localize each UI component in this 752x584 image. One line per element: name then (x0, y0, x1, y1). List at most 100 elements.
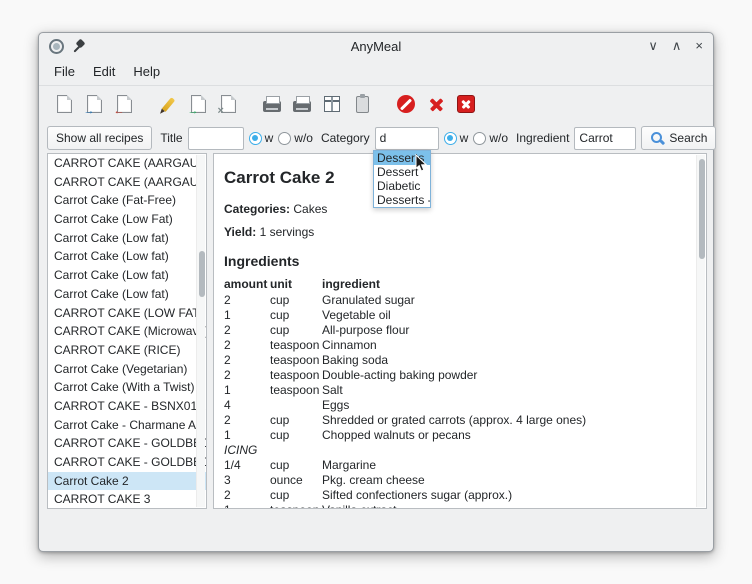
ingredient-amount: 2 (224, 368, 270, 383)
ingredient-filter-label: Ingredient (516, 131, 569, 145)
quit-icon[interactable] (453, 91, 479, 117)
category-suggestion-item[interactable]: Desserts - (374, 193, 430, 207)
ingredient-ingredient: Vanilla extract (322, 503, 692, 509)
ingredient-unit: teaspoon (270, 368, 322, 383)
ingredient-ingredient: Double-acting baking powder (322, 368, 692, 383)
ingredients-table: amount unit ingredient 2cupGranulated su… (224, 276, 692, 509)
menu-edit[interactable]: Edit (84, 61, 124, 82)
ingredient-amount: 2 (224, 338, 270, 353)
ingredient-unit: cup (270, 323, 322, 338)
recipe-list-scrollbar-thumb[interactable] (199, 251, 205, 297)
export-recipes-icon[interactable]: ← (111, 91, 137, 117)
recipe-list-item[interactable]: CARROT CAKE - GOLDBECK (48, 453, 206, 472)
ingredient-filter-input[interactable] (574, 127, 636, 150)
stop-icon[interactable] (393, 91, 419, 117)
ingredient-unit: cup (270, 413, 322, 428)
title-filter-label: Title (160, 131, 182, 145)
ingredient-amount: 1 (224, 383, 270, 398)
menu-help[interactable]: Help (124, 61, 169, 82)
ingredient-ingredient: All-purpose flour (322, 323, 692, 338)
recipe-list-item[interactable]: Carrot Cake (Low Fat) (48, 210, 206, 229)
window-controls: ∨ ∧ × (648, 39, 703, 53)
ingredient-ingredient: Shredded or grated carrots (approx. 4 la… (322, 413, 692, 428)
category-suggestion-item[interactable]: Diabetic (374, 179, 430, 193)
close-button[interactable]: × (695, 39, 703, 53)
ingredient-amount: 3 (224, 473, 270, 488)
recipe-list-item[interactable]: CARROT CAKE (RICE) (48, 341, 206, 360)
category-filter-input[interactable] (375, 127, 439, 150)
recipe-list-item[interactable]: Carrot Cake (Vegetarian) (48, 360, 206, 379)
search-button[interactable]: Search (641, 126, 716, 150)
ingredients-header-unit: unit (270, 276, 322, 293)
ingredient-amount: 2 (224, 293, 270, 308)
ingredient-ingredient: Vegetable oil (322, 308, 692, 323)
recipe-categories: Categories: Cakes (224, 202, 692, 216)
search-button-label: Search (669, 131, 707, 145)
ingredient-amount: 1 (224, 503, 270, 509)
title-with-radio[interactable] (249, 132, 262, 145)
print-preview-icon[interactable] (289, 91, 315, 117)
ingredient-unit: teaspoon (270, 383, 322, 398)
recipe-list-scrollbar[interactable] (196, 155, 205, 507)
ingredient-amount: 4 (224, 398, 270, 413)
ingredient-amount: 2 (224, 323, 270, 338)
menu-file[interactable]: File (45, 61, 84, 82)
ingredient-unit: ounce (270, 473, 322, 488)
recipe-list-item[interactable]: CARROT CAKE (AARGAU) (48, 154, 206, 173)
maximize-button[interactable]: ∧ (672, 39, 682, 53)
recipe-list-item[interactable]: Carrot Cake (Low fat) (48, 266, 206, 285)
anymeal-window: AnyMeal ∨ ∧ × File Edit Help →←→× Show a… (38, 32, 714, 552)
delete-icon[interactable] (423, 91, 449, 117)
clipboard-icon[interactable] (349, 91, 375, 117)
recipe-detail: Carrot Cake 2 Categories: Cakes Yield: 1… (213, 153, 707, 509)
recipe-list-item[interactable]: CARROT CAKE - BSNX01A (48, 397, 206, 416)
recipe-list-item[interactable]: Carrot Cake (With a Twist) (48, 378, 206, 397)
ingredient-amount: 2 (224, 413, 270, 428)
title-without-label: w/o (294, 131, 313, 145)
ingredient-section-label: ICING (224, 443, 692, 458)
category-with-radio[interactable] (444, 132, 457, 145)
mouse-cursor (415, 154, 429, 173)
export-recipe-icon[interactable]: → (185, 91, 211, 117)
ingredients-heading: Ingredients (224, 253, 692, 269)
minimize-button[interactable]: ∨ (648, 39, 658, 53)
recipe-list-item[interactable]: Carrot Cake (Low fat) (48, 285, 206, 304)
ingredient-ingredient: Salt (322, 383, 692, 398)
recipe-list-item[interactable]: CARROT CAKE 3 (48, 490, 206, 509)
recipe-list-item[interactable]: CARROT CAKE - GOLDBECK (48, 434, 206, 453)
ingredients-header-amount: amount (224, 276, 270, 293)
ingredient-ingredient: Granulated sugar (322, 293, 692, 308)
category-without-label: w/o (489, 131, 508, 145)
recipe-list-item[interactable]: Carrot Cake 2 (48, 472, 206, 491)
recipe-list-item[interactable]: Carrot Cake - Charmane An... (48, 416, 206, 435)
print-icon[interactable] (259, 91, 285, 117)
ingredient-amount: 2 (224, 353, 270, 368)
title-filter-input[interactable] (188, 127, 244, 150)
ingredient-ingredient: Sifted confectioners sugar (approx.) (322, 488, 692, 503)
ingredient-ingredient: Pkg. cream cheese (322, 473, 692, 488)
new-recipe-icon[interactable] (51, 91, 77, 117)
titlebar[interactable]: AnyMeal ∨ ∧ × (39, 33, 713, 59)
show-all-recipes-button[interactable]: Show all recipes (47, 126, 152, 150)
database-table-icon[interactable] (319, 91, 345, 117)
recipe-list-item[interactable]: CARROT CAKE (Microwave) (48, 322, 206, 341)
recipe-list-item[interactable]: CARROT CAKE (AARGAU) (48, 173, 206, 192)
title-without-radio[interactable] (278, 132, 291, 145)
recipe-detail-scrollbar-thumb[interactable] (699, 159, 705, 259)
delete-recipe-icon[interactable]: × (215, 91, 241, 117)
recipe-list-item[interactable]: Carrot Cake (Low fat) (48, 247, 206, 266)
category-without-radio[interactable] (473, 132, 486, 145)
recipe-list-item[interactable]: CARROT CAKE (LOW FAT) (48, 304, 206, 323)
recipe-list-item[interactable]: Carrot Cake (Fat-Free) (48, 191, 206, 210)
ingredient-ingredient: Chopped walnuts or pecans (322, 428, 692, 443)
recipe-title: Carrot Cake 2 (224, 168, 692, 188)
recipe-list-item[interactable]: Carrot Cake (Low fat) (48, 229, 206, 248)
recipe-detail-scrollbar[interactable] (696, 155, 705, 507)
ingredient-unit: cup (270, 293, 322, 308)
window-title: AnyMeal (39, 39, 713, 54)
menubar: File Edit Help (39, 59, 713, 86)
recipe-yield: Yield: 1 servings (224, 225, 692, 239)
import-recipes-icon[interactable]: → (81, 91, 107, 117)
edit-recipe-icon[interactable] (155, 91, 181, 117)
categories-label: Categories: (224, 202, 290, 216)
